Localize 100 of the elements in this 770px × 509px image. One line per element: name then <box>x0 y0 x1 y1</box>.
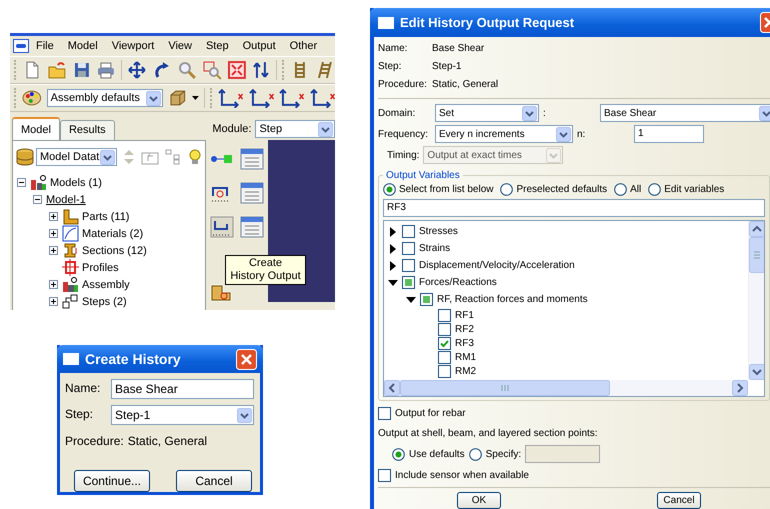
n-field[interactable]: 1 <box>634 125 704 143</box>
tab[interactable]: Results <box>60 120 115 140</box>
axes-icon[interactable] <box>310 88 335 108</box>
module-dropdown[interactable]: Step <box>255 120 335 138</box>
open-folder-icon[interactable] <box>46 60 67 80</box>
dropdown-arrow-icon[interactable] <box>759 106 770 120</box>
expand-toggle[interactable] <box>32 195 43 204</box>
axes-icon[interactable] <box>279 88 305 108</box>
checkbox[interactable] <box>402 242 415 255</box>
expand-toggle[interactable] <box>48 212 59 221</box>
expand-arrow-icon[interactable] <box>388 226 398 236</box>
expand-arrow-icon[interactable] <box>388 244 398 254</box>
expand-arrow-icon[interactable] <box>388 260 398 270</box>
axes-icon[interactable] <box>248 88 274 108</box>
module-tool-icon[interactable] <box>210 216 234 238</box>
close-button[interactable] <box>236 348 257 370</box>
close-button[interactable] <box>760 12 770 33</box>
table-icon[interactable] <box>240 216 264 238</box>
checkbox[interactable] <box>402 225 415 238</box>
box-zoom-icon[interactable] <box>202 60 222 80</box>
checkbox[interactable] <box>438 322 451 336</box>
horizontal-scrollbar[interactable] <box>384 380 748 396</box>
checkbox[interactable] <box>378 469 391 482</box>
expand-toggle[interactable] <box>48 297 59 306</box>
expand-toggle[interactable] <box>48 280 59 289</box>
dialog-button[interactable]: Cancel <box>657 492 701 509</box>
scroll-up-button[interactable] <box>749 221 764 237</box>
window-icon <box>63 353 79 365</box>
printer-icon[interactable] <box>96 60 116 80</box>
radio-button[interactable] <box>383 182 396 196</box>
tree-item[interactable]: Materials (2) <box>82 228 144 240</box>
expand-arrow-icon[interactable] <box>406 294 416 304</box>
variable-label: Forces/Reactions <box>419 276 497 289</box>
radio-button[interactable] <box>392 448 405 460</box>
domain-dropdown[interactable]: Set <box>435 104 539 122</box>
cube-icon[interactable] <box>168 88 188 108</box>
dialog-button[interactable]: OK <box>457 492 501 509</box>
tree-item[interactable]: Model-1 <box>46 194 86 206</box>
tree-item[interactable]: Steps (2) <box>82 296 127 308</box>
menu-item[interactable]: Model <box>60 40 105 52</box>
scroll-right-button[interactable] <box>732 380 748 396</box>
fit-view-icon[interactable] <box>226 60 246 80</box>
radio-button[interactable] <box>648 182 662 196</box>
lightbulb-icon[interactable] <box>187 148 204 166</box>
scrollbar-thumb[interactable] <box>400 380 610 396</box>
checkbox[interactable] <box>402 259 415 272</box>
scroll-left-button[interactable] <box>384 380 400 396</box>
expand-arrow-icon[interactable] <box>388 278 398 288</box>
table-icon[interactable] <box>240 148 264 170</box>
checkbox[interactable] <box>438 336 451 350</box>
app-icon[interactable] <box>13 39 29 53</box>
field-label: Timing: <box>386 148 420 162</box>
checkbox[interactable] <box>378 407 391 420</box>
menu-item[interactable]: File <box>29 40 61 52</box>
checkbox[interactable] <box>420 293 433 306</box>
checkbox[interactable] <box>438 308 451 322</box>
flip-arrows-icon[interactable] <box>251 60 272 80</box>
tree-item[interactable]: Assembly <box>82 278 130 290</box>
part-icon <box>62 208 79 225</box>
checkbox[interactable] <box>402 276 415 289</box>
table-icon[interactable] <box>240 182 264 204</box>
variable-label: Displacement/Velocity/Acceleration <box>419 259 575 272</box>
menu-item[interactable]: View <box>161 40 199 52</box>
palette-icon[interactable] <box>22 88 42 108</box>
expand-toggle[interactable] <box>48 229 59 238</box>
dialog-button[interactable]: Continue... <box>74 470 150 492</box>
menu-item[interactable]: Step <box>198 40 236 52</box>
model-database-dropdown[interactable]: Model Datat <box>36 148 118 166</box>
caret-icon[interactable] <box>192 96 200 100</box>
expand-toggle[interactable] <box>16 178 27 187</box>
tree-item[interactable]: Profiles <box>82 262 119 274</box>
step-dropdown[interactable]: Step-1 <box>111 405 254 425</box>
scroll-down-button[interactable] <box>749 364 764 380</box>
render-style-dropdown[interactable]: Assembly defaults <box>46 89 163 107</box>
menu-item[interactable]: Viewport <box>104 40 162 52</box>
axes-icon[interactable] <box>218 88 244 108</box>
menu-item[interactable]: Other <box>282 40 324 52</box>
variable-label: RM2 <box>455 364 476 378</box>
domain-name-dropdown[interactable]: Base Shear <box>600 104 770 122</box>
field-label: Step: <box>378 60 402 74</box>
move-arrows-icon[interactable] <box>127 60 148 80</box>
tree-item[interactable]: Models (1) <box>50 176 102 188</box>
checkbox[interactable] <box>438 364 451 378</box>
frequency-dropdown[interactable]: Every n increments <box>435 125 573 143</box>
dialog-button[interactable]: Cancel <box>176 470 252 492</box>
magnifier-icon[interactable] <box>176 60 197 80</box>
radio-button[interactable] <box>614 182 628 196</box>
vertical-scrollbar[interactable] <box>748 221 764 380</box>
expand-toggle[interactable] <box>48 246 59 255</box>
tooltip: Create History Output <box>225 255 306 285</box>
radio-button[interactable] <box>500 182 514 196</box>
tree-item[interactable]: Sections (12) <box>82 244 147 256</box>
tree-item[interactable]: Parts (11) <box>82 210 130 222</box>
radio-button[interactable] <box>468 448 482 460</box>
material-icon <box>62 225 79 242</box>
tab[interactable]: Model <box>12 117 60 140</box>
filter-field[interactable]: RF3 <box>383 199 765 217</box>
menu-item[interactable]: Output <box>236 40 283 52</box>
checkbox[interactable] <box>438 350 451 364</box>
name-field[interactable]: Base Shear <box>111 379 254 399</box>
